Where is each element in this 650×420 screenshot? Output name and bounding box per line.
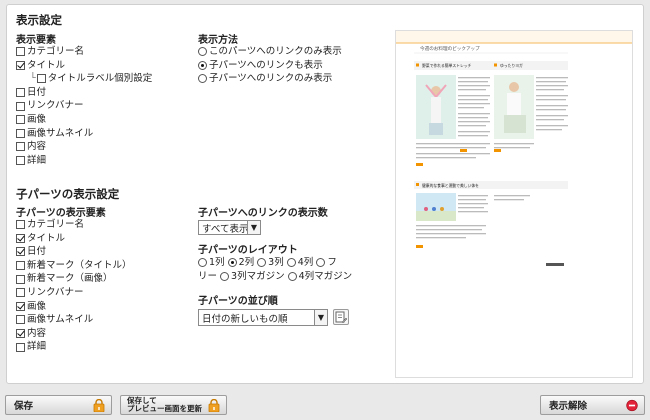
preview-pane: 今週のお料理のピックアップ 野菜で作れる簡単ストレッチ ゆったりヨガ 健康的な食… xyxy=(395,30,633,378)
child-option-title[interactable]: タイトル xyxy=(16,232,132,246)
tree-branch-icon: └ xyxy=(30,73,36,85)
lock-icon xyxy=(93,398,105,412)
element-option-category[interactable]: カテゴリー名 xyxy=(16,45,152,59)
preview-article3-title: 健康的な食事と運動で美しい体を xyxy=(422,183,479,188)
layout-option-2col[interactable]: 2列 xyxy=(227,256,254,270)
child-option-detail[interactable]: 詳細 xyxy=(16,340,132,354)
layout-option-4col[interactable]: 4列 xyxy=(286,256,313,270)
element-option-detail[interactable]: 詳細 xyxy=(16,154,152,168)
element-option-thumbnail[interactable]: 画像サムネイル xyxy=(16,127,152,141)
child-option-category[interactable]: カテゴリー名 xyxy=(16,218,132,232)
display-settings-title: 表示設定 xyxy=(16,13,62,27)
checkbox[interactable] xyxy=(16,142,25,152)
checkbox[interactable] xyxy=(16,329,25,339)
checkbox[interactable] xyxy=(16,115,25,125)
checkbox[interactable] xyxy=(16,47,25,57)
child-option-new-mark-image[interactable]: 新着マーク（画像） xyxy=(16,272,132,286)
checkbox[interactable] xyxy=(16,233,25,243)
sort-order-select[interactable]: 日付の新しいもの順 ▼ xyxy=(198,309,328,326)
checkbox[interactable] xyxy=(16,288,25,298)
element-option-title[interactable]: タイトル xyxy=(16,59,152,73)
method-option-children-only[interactable]: 子パーツへのリンクのみ表示 xyxy=(198,72,342,86)
edit-list-icon xyxy=(335,311,348,324)
checkbox[interactable] xyxy=(36,74,46,84)
layout-heading: 子パーツのレイアウト xyxy=(198,245,298,256)
child-elements-heading: 子パーツの表示要素 xyxy=(16,208,106,219)
layout-option-free-cont: リー xyxy=(198,270,218,282)
display-elements-heading: 表示要素 xyxy=(16,35,56,46)
checkbox[interactable] xyxy=(16,247,25,257)
radio[interactable] xyxy=(227,258,237,268)
element-option-title-label[interactable]: └ タイトルラベル個別設定 xyxy=(16,72,152,86)
checkbox[interactable] xyxy=(16,274,25,284)
layout-option-3col-magazine[interactable]: 3列マガジン xyxy=(220,270,285,284)
checkbox[interactable] xyxy=(16,156,25,166)
link-count-heading: 子パーツへのリンクの表示数 xyxy=(198,208,328,219)
chevron-down-icon: ▼ xyxy=(314,310,327,325)
preview-article2-title: ゆったりヨガ xyxy=(500,63,523,68)
preview-page-title: 今週のお料理のピックアップ xyxy=(420,45,480,52)
preview-article1-title: 野菜で作れる簡単ストレッチ xyxy=(422,63,472,68)
link-count-select[interactable]: すべて表示 ▼ xyxy=(198,220,261,235)
child-elements-list: カテゴリー名 タイトル 日付 新着マーク（タイトル） 新着マーク（画像） リンク… xyxy=(16,218,132,354)
checkbox[interactable] xyxy=(16,128,25,138)
chevron-down-icon: ▼ xyxy=(247,221,260,234)
display-method-list: このパーツへのリンクのみ表示 子パーツへのリンクも表示 子パーツへのリンクのみ表… xyxy=(198,45,342,86)
layout-option-free[interactable]: フ xyxy=(316,256,337,270)
radio[interactable] xyxy=(286,258,296,268)
checkbox[interactable] xyxy=(16,88,25,98)
element-option-date[interactable]: 日付 xyxy=(16,86,152,100)
child-option-thumbnail[interactable]: 画像サムネイル xyxy=(16,313,132,327)
display-elements-list: カテゴリー名 タイトル └ タイトルラベル個別設定 日付 リンクバナー 画像 画像… xyxy=(16,45,152,167)
radio[interactable] xyxy=(198,60,207,70)
child-option-content[interactable]: 内容 xyxy=(16,327,132,341)
radio[interactable] xyxy=(198,47,207,57)
radio[interactable] xyxy=(198,74,207,84)
method-option-self-only[interactable]: このパーツへのリンクのみ表示 xyxy=(198,45,342,59)
layout-row-2: リー 3列マガジン 4列マガジン xyxy=(198,270,352,284)
remove-icon xyxy=(626,399,638,411)
layout-option-4col-magazine[interactable]: 4列マガジン xyxy=(287,270,352,284)
save-and-refresh-preview-button[interactable]: 保存して プレビュー画面を更新 xyxy=(120,395,227,415)
layout-option-1col[interactable]: 1列 xyxy=(198,256,225,270)
lock-icon xyxy=(208,398,220,412)
radio[interactable] xyxy=(220,271,230,281)
checkbox[interactable] xyxy=(16,315,25,325)
element-option-image[interactable]: 画像 xyxy=(16,113,152,127)
child-option-image[interactable]: 画像 xyxy=(16,300,132,314)
method-option-with-children[interactable]: 子パーツへのリンクも表示 xyxy=(198,59,342,73)
preview-page-image: 今週のお料理のピックアップ 野菜で作れる簡単ストレッチ ゆったりヨガ 健康的な食… xyxy=(396,31,632,266)
checkbox[interactable] xyxy=(16,101,25,111)
sort-heading: 子パーツの並び順 xyxy=(198,296,278,307)
checkbox[interactable] xyxy=(16,261,25,271)
radio[interactable] xyxy=(198,258,207,268)
hide-display-button[interactable]: 表示解除 xyxy=(540,395,645,415)
layout-row-1: 1列 2列 3列 4列 フ xyxy=(198,256,352,270)
checkbox[interactable] xyxy=(16,342,25,352)
layout-options: 1列 2列 3列 4列 フ リー 3列マガジン 4列マガジン xyxy=(198,256,352,283)
checkbox[interactable] xyxy=(16,60,25,70)
save-button[interactable]: 保存 xyxy=(5,395,112,415)
sort-detail-button[interactable] xyxy=(333,309,349,325)
child-option-date[interactable]: 日付 xyxy=(16,245,132,259)
element-option-content[interactable]: 内容 xyxy=(16,140,152,154)
radio[interactable] xyxy=(287,271,297,281)
child-option-new-mark-title[interactable]: 新着マーク（タイトル） xyxy=(16,259,132,273)
radio[interactable] xyxy=(257,258,267,268)
child-settings-title: 子パーツの表示設定 xyxy=(16,187,120,201)
layout-option-3col[interactable]: 3列 xyxy=(257,256,284,270)
child-option-link-banner[interactable]: リンクバナー xyxy=(16,286,132,300)
checkbox[interactable] xyxy=(16,220,25,230)
radio[interactable] xyxy=(316,258,326,268)
element-option-link-banner[interactable]: リンクバナー xyxy=(16,99,152,113)
display-method-heading: 表示方法 xyxy=(198,35,238,46)
checkbox[interactable] xyxy=(16,301,25,311)
